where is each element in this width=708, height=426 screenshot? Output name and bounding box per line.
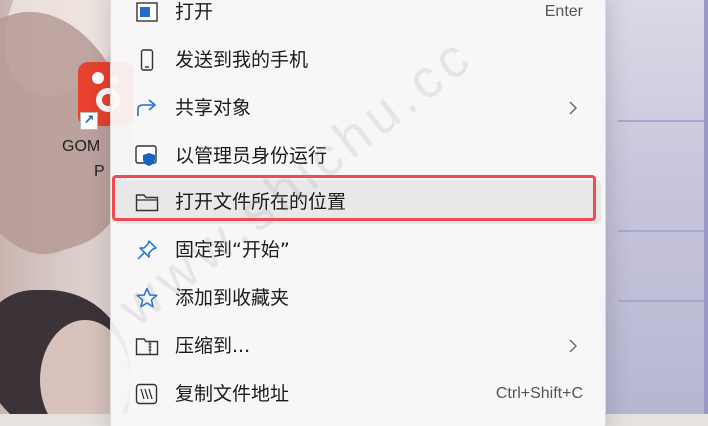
highlight-annotation-box — [112, 175, 596, 221]
zip-folder-icon — [135, 335, 159, 357]
menu-item-run-as-admin[interactable]: 以管理员身份运行 — [115, 134, 601, 178]
wallpaper-right — [598, 0, 708, 414]
copy-path-icon — [135, 383, 159, 405]
pin-icon — [135, 239, 159, 261]
menu-item-label: 固定到“开始” — [175, 239, 290, 261]
menu-item-compress-to[interactable]: 压缩到... — [115, 324, 601, 368]
menu-item-send-to-phone[interactable]: 发送到我的手机 — [115, 38, 601, 82]
menu-item-open[interactable]: 打开 Enter — [115, 0, 601, 34]
desktop-icon-label[interactable]: GOM — [62, 138, 100, 156]
menu-item-label: 共享对象 — [175, 97, 252, 119]
chevron-right-icon — [569, 339, 577, 353]
phone-icon — [135, 49, 159, 71]
menu-item-label: 打开 — [175, 1, 214, 23]
admin-shield-icon — [135, 145, 159, 167]
menu-item-shortcut: Enter — [544, 3, 583, 20]
chevron-right-icon — [569, 101, 577, 115]
star-icon — [135, 287, 159, 309]
menu-item-shortcut: Ctrl+Shift+C — [495, 385, 583, 402]
menu-item-add-to-favorites[interactable]: 添加到收藏夹 — [115, 276, 601, 320]
menu-item-label: 复制文件地址 — [175, 383, 290, 405]
menu-item-copy-as-path[interactable]: 复制文件地址 Ctrl+Shift+C — [115, 372, 601, 416]
desktop-icon-label-line2[interactable]: P — [94, 163, 105, 181]
menu-item-label: 以管理员身份运行 — [175, 145, 328, 167]
shortcut-arrow-icon: ↗ — [80, 112, 98, 130]
menu-item-label: 压缩到... — [175, 335, 251, 357]
menu-item-label: 添加到收藏夹 — [175, 287, 290, 309]
menu-item-label: 发送到我的手机 — [175, 49, 309, 71]
menu-item-pin-to-start[interactable]: 固定到“开始” — [115, 228, 601, 272]
share-icon — [135, 97, 159, 119]
menu-item-share[interactable]: 共享对象 — [115, 86, 601, 130]
open-window-icon — [135, 1, 159, 23]
